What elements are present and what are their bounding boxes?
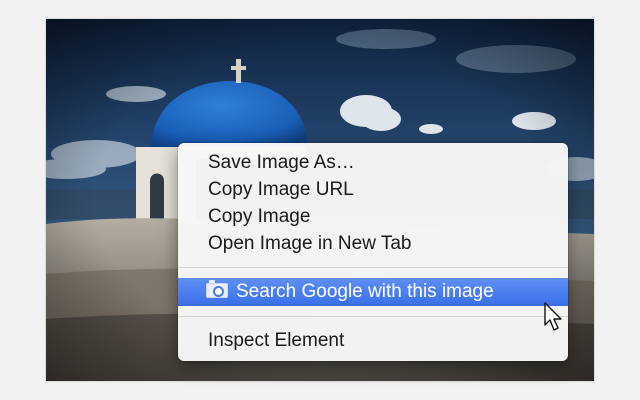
menu-separator bbox=[178, 316, 568, 317]
menu-item-open-image-new-tab[interactable]: Open Image in New Tab bbox=[178, 230, 568, 257]
menu-item-search-google-image-label: Search Google with this image bbox=[236, 281, 494, 302]
camera-icon bbox=[206, 280, 228, 298]
menu-separator bbox=[178, 267, 568, 268]
menu-item-inspect-element[interactable]: Inspect Element bbox=[178, 327, 568, 354]
menu-item-copy-image[interactable]: Copy Image bbox=[178, 203, 568, 230]
arrow-cursor-icon bbox=[544, 302, 562, 331]
menu-item-search-google-image[interactable]: Search Google with this image bbox=[178, 278, 568, 306]
menu-item-copy-image-url[interactable]: Copy Image URL bbox=[178, 176, 568, 203]
context-menu: Save Image As… Copy Image URL Copy Image… bbox=[178, 143, 568, 361]
menu-item-save-image-as[interactable]: Save Image As… bbox=[178, 149, 568, 176]
